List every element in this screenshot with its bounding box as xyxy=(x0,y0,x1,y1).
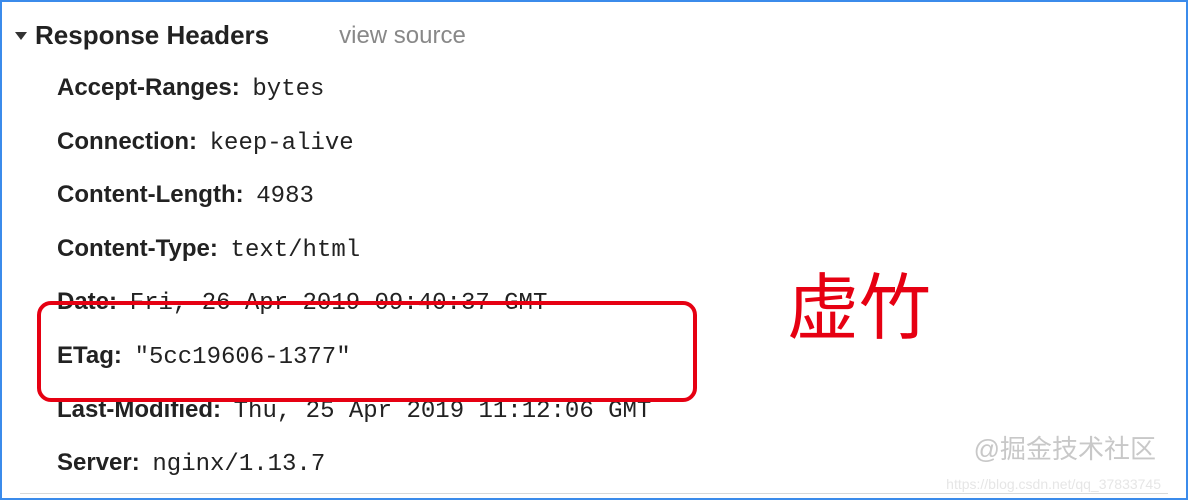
annotation-text: 虚竹 xyxy=(787,249,931,354)
headers-list: Accept-Ranges: bytes Connection: keep-al… xyxy=(17,71,1186,482)
header-name: Date: xyxy=(57,288,117,315)
header-value: nginx/1.13.7 xyxy=(152,451,325,478)
header-row: Content-Length: 4983 xyxy=(57,178,1186,214)
divider xyxy=(20,493,1168,494)
watermark-juejin: @掘金技术社区 xyxy=(974,429,1156,466)
header-name: Accept-Ranges: xyxy=(57,74,240,101)
header-row: Connection: keep-alive xyxy=(57,125,1186,161)
section-header[interactable]: Response Headers view source xyxy=(17,20,1186,51)
view-source-link[interactable]: view source xyxy=(339,22,466,50)
header-name: Last-Modified: xyxy=(57,396,221,423)
header-name: Server: xyxy=(57,449,140,476)
watermark-csdn: https://blog.csdn.net/qq_37833745 xyxy=(946,476,1161,492)
header-name: Connection: xyxy=(57,128,197,155)
header-value: text/html xyxy=(231,237,361,264)
header-name: Content-Length: xyxy=(57,181,244,208)
section-title: Response Headers xyxy=(35,20,269,51)
header-value: "5cc19606-1377" xyxy=(135,344,351,371)
header-row: Last-Modified: Thu, 25 Apr 2019 11:12:06… xyxy=(57,393,1186,429)
header-name: Content-Type: xyxy=(57,235,218,262)
header-row: Content-Type: text/html xyxy=(57,232,1186,268)
header-row: ETag: "5cc19606-1377" xyxy=(57,339,1186,375)
header-value: bytes xyxy=(252,76,324,103)
header-value: Thu, 25 Apr 2019 11:12:06 GMT xyxy=(234,398,652,425)
response-headers-panel: Response Headers view source Accept-Rang… xyxy=(0,0,1188,500)
header-row: Date: Fri, 26 Apr 2019 09:40:37 GMT xyxy=(57,285,1186,321)
header-value: 4983 xyxy=(256,183,314,210)
collapse-triangle-icon[interactable] xyxy=(15,32,27,40)
header-value: Fri, 26 Apr 2019 09:40:37 GMT xyxy=(130,290,548,317)
header-row: Accept-Ranges: bytes xyxy=(57,71,1186,107)
header-name: ETag: xyxy=(57,342,122,369)
header-value: keep-alive xyxy=(210,130,354,157)
